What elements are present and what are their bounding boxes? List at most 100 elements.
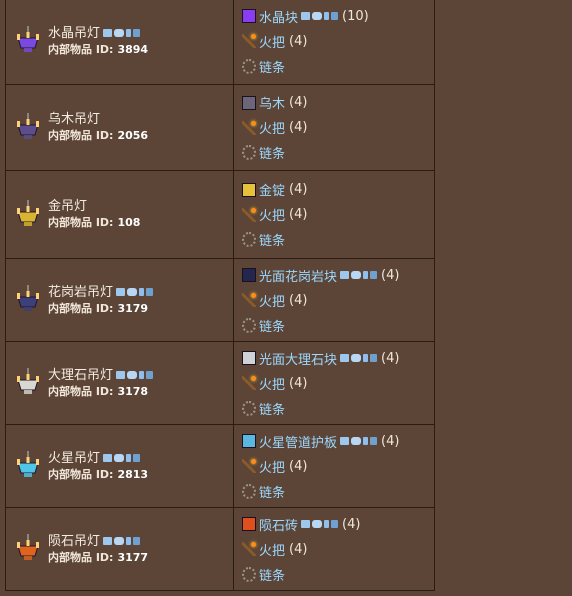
- smooth-marble-icon: [242, 351, 257, 365]
- ingredient-quantity: (4): [289, 458, 308, 474]
- ingredient-link[interactable]: 链条: [259, 57, 285, 76]
- ingredient-link[interactable]: 火把: [259, 291, 285, 310]
- ingredient-link[interactable]: 火把: [259, 205, 285, 224]
- ingredient-item: 光面大理石块 (4): [242, 346, 434, 371]
- console-platform-icon: [312, 12, 323, 20]
- torch-icon: [242, 207, 257, 222]
- mobile-platform-icon: [139, 288, 145, 296]
- ingredient-link[interactable]: 链条: [259, 399, 285, 418]
- result-icon: [14, 367, 42, 399]
- mobile-platform-icon: [324, 12, 330, 20]
- ingredient-platform-badges: [340, 354, 378, 362]
- ingredient-link[interactable]: 火把: [259, 457, 285, 476]
- ingredient-quantity: (4): [289, 120, 308, 135]
- ingredient-item: 链条: [242, 562, 434, 587]
- ingredient-item: 火把 (4): [242, 29, 434, 54]
- mobile-platform-icon: [324, 520, 330, 528]
- chain-icon: [242, 317, 257, 333]
- result-platform-badges: [103, 29, 141, 37]
- result-item-name[interactable]: 陨石吊灯: [48, 534, 100, 549]
- pc-platform-icon: [103, 454, 113, 462]
- ingredient-quantity: (4): [381, 267, 400, 283]
- ingredient-link[interactable]: 链条: [259, 316, 285, 335]
- pc-platform-icon: [103, 537, 113, 545]
- ingredient-item: 陨石砖 (4): [242, 512, 434, 537]
- torch-icon: [242, 459, 257, 473]
- pc-platform-icon: [301, 12, 311, 20]
- mobile-platform-icon: [139, 371, 145, 379]
- recipe-row: 火星吊灯 内部物品 ID: 2813 火星管道护板 (4) 火把 (4) 链条: [4, 424, 435, 508]
- console-platform-icon: [351, 354, 362, 362]
- old-gen-platform-icon: [146, 288, 154, 296]
- internal-id-value: 3179: [117, 301, 149, 315]
- result-item-name[interactable]: 乌木吊灯: [48, 112, 100, 127]
- ingredient-link[interactable]: 金锭: [259, 180, 285, 199]
- old-gen-platform-icon: [331, 520, 339, 528]
- mobile-platform-icon: [363, 437, 369, 445]
- result-platform-badges: [116, 371, 154, 379]
- pc-platform-icon: [340, 437, 350, 445]
- console-platform-icon: [114, 29, 125, 37]
- ingredient-quantity: (4): [289, 292, 308, 308]
- ingredient-link[interactable]: 水晶块: [259, 7, 298, 26]
- ingredient-item: 光面花岗岩块 (4): [242, 263, 434, 288]
- ingredient-item: 乌木 (4): [242, 90, 434, 115]
- result-item-name[interactable]: 花岗岩吊灯: [48, 285, 113, 300]
- mobile-platform-icon: [363, 354, 369, 362]
- ingredient-link[interactable]: 链条: [259, 143, 285, 162]
- crystal-block-icon: [242, 9, 257, 23]
- ingredient-item: 火把 (4): [242, 454, 434, 479]
- ingredient-item: 火把 (4): [242, 202, 434, 227]
- gold-bar-icon: [242, 182, 257, 197]
- martian-chandelier-icon: [17, 451, 39, 477]
- ingredient-link[interactable]: 链条: [259, 565, 285, 584]
- result-item-name[interactable]: 水晶吊灯: [48, 26, 100, 41]
- meteorite-brick-icon: [242, 517, 257, 531]
- internal-id-value: 3894: [117, 42, 149, 56]
- result-cell: 陨石吊灯 内部物品 ID: 3177: [4, 507, 235, 591]
- ingredient-link[interactable]: 光面花岗岩块: [259, 266, 337, 285]
- chain-icon: [242, 400, 257, 416]
- result-item: 火星吊灯 内部物品 ID: 2813: [6, 450, 233, 482]
- ingredient-platform-badges: [301, 12, 339, 20]
- old-gen-platform-icon: [146, 371, 154, 379]
- result-cell: 水晶吊灯 内部物品 ID: 3894: [4, 0, 235, 85]
- result-cell: 火星吊灯 内部物品 ID: 2813: [4, 424, 235, 508]
- ingredient-quantity: (4): [289, 182, 308, 197]
- console-platform-icon: [127, 371, 138, 379]
- martian-conduit-plating-icon: [242, 434, 257, 448]
- console-platform-icon: [114, 454, 125, 462]
- result-item-name[interactable]: 火星吊灯: [48, 451, 100, 466]
- ingredients-cell: 火星管道护板 (4) 火把 (4) 链条: [233, 424, 435, 508]
- result-icon: [14, 533, 42, 565]
- ingredient-link[interactable]: 火星管道护板: [259, 432, 337, 451]
- old-gen-platform-icon: [370, 437, 378, 445]
- recipe-row: 水晶吊灯 内部物品 ID: 3894 水晶块 (10) 火把 (4) 链条: [4, 0, 435, 85]
- ingredient-link[interactable]: 陨石砖: [259, 515, 298, 534]
- result-item-name[interactable]: 金吊灯: [48, 199, 87, 214]
- internal-id-label: 内部物品 ID:: [48, 216, 114, 229]
- result-icon: [14, 450, 42, 482]
- ebonwood-chandelier-icon: [17, 112, 39, 139]
- ingredient-quantity: (4): [289, 541, 308, 557]
- old-gen-platform-icon: [370, 271, 378, 279]
- old-gen-platform-icon: [370, 354, 378, 362]
- pc-platform-icon: [103, 29, 113, 37]
- recipe-row: 大理石吊灯 内部物品 ID: 3178 光面大理石块 (4) 火把 (4) 链条: [4, 341, 435, 425]
- ingredient-quantity: (4): [289, 375, 308, 391]
- ingredient-link[interactable]: 火把: [259, 374, 285, 393]
- ingredient-link[interactable]: 火把: [259, 32, 285, 51]
- result-icon: [14, 284, 42, 316]
- ingredient-link[interactable]: 链条: [259, 482, 285, 501]
- ingredient-link[interactable]: 链条: [259, 230, 285, 249]
- ingredient-link[interactable]: 光面大理石块: [259, 349, 337, 368]
- recipe-row: 花岗岩吊灯 内部物品 ID: 3179 光面花岗岩块 (4) 火把 (4) 链条: [4, 258, 435, 342]
- ingredient-link[interactable]: 火把: [259, 118, 285, 137]
- result-platform-badges: [116, 288, 154, 296]
- recipe-row: 金吊灯 内部物品 ID: 108 金锭 (4) 火把 (4) 链条: [4, 170, 435, 259]
- torch-icon: [242, 34, 257, 48]
- ingredient-link[interactable]: 乌木: [259, 93, 285, 112]
- ingredient-link[interactable]: 火把: [259, 540, 285, 559]
- result-item-name[interactable]: 大理石吊灯: [48, 368, 113, 383]
- console-platform-icon: [312, 520, 323, 528]
